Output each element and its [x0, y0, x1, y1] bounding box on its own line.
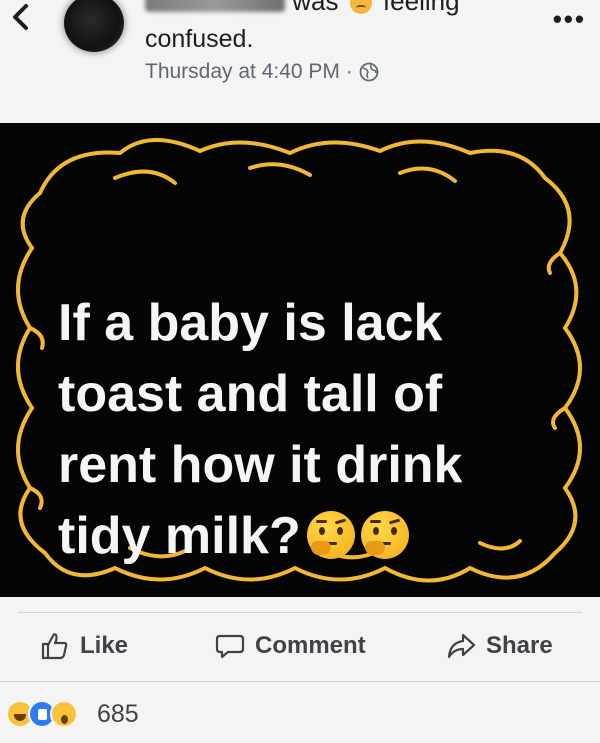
- reactions-summary[interactable]: 685: [0, 686, 600, 743]
- feeling-word: feeling: [382, 0, 460, 16]
- share-button[interactable]: Share: [446, 626, 553, 666]
- back-button[interactable]: [4, 0, 38, 34]
- timestamp[interactable]: Thursday at 4:40 PM ·: [145, 60, 353, 84]
- share-arrow-icon: [447, 633, 476, 659]
- post-image[interactable]: If a baby is lack toast and tall of rent…: [0, 123, 600, 597]
- comment-button[interactable]: Comment: [215, 626, 366, 666]
- confused-emoji-icon: [349, 0, 372, 15]
- more-options-button[interactable]: •••: [553, 6, 586, 32]
- share-label: Share: [486, 632, 553, 659]
- like-button[interactable]: Like: [40, 626, 128, 666]
- wow-reaction-icon: [50, 700, 78, 728]
- chevron-left-icon: [13, 4, 28, 30]
- like-label: Like: [80, 632, 129, 659]
- action-bar: Like Comment Share: [0, 604, 600, 684]
- author-name-redacted[interactable]: [145, 0, 285, 13]
- post-page: was feeling confused. Thursday at 4:40 P…: [0, 0, 600, 743]
- globe-icon: [359, 62, 379, 82]
- thinking-face-icon: [306, 511, 355, 559]
- post-header: was feeling confused. Thursday at 4:40 P…: [0, 0, 600, 118]
- divider: [0, 681, 600, 682]
- thinking-face-icon: [360, 511, 409, 559]
- post-image-text: If a baby is lack toast and tall of rent…: [58, 217, 558, 572]
- post-meta: Thursday at 4:40 PM ·: [145, 60, 379, 84]
- reaction-icons: [6, 700, 78, 728]
- was-text: was: [292, 0, 339, 16]
- thumbs-up-icon: [41, 633, 68, 660]
- feeling-label: confused.: [145, 25, 254, 53]
- comment-bubble-icon: [215, 634, 245, 659]
- divider: [18, 612, 582, 613]
- author-avatar[interactable]: [64, 0, 124, 52]
- comment-label: Comment: [255, 632, 366, 659]
- author-line: was feeling: [145, 0, 460, 16]
- reaction-count[interactable]: 685: [97, 700, 139, 729]
